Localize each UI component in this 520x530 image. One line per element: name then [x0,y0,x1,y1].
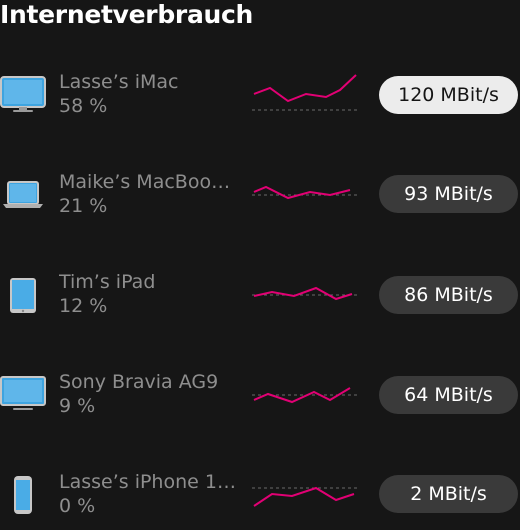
usage-sparkline [252,486,358,507]
imac-icon [0,76,46,112]
device-row[interactable]: Tim’s iPad 12 % 86 MBit/s [0,270,520,330]
usage-sparkline [252,387,358,404]
device-name: Lasse’s iMac [59,71,179,93]
device-share: 9 % [59,395,96,417]
usage-sparkline [252,286,358,301]
device-name: Sony Bravia AG9 [59,371,219,393]
device-name: Maike’s MacBoo… [59,171,231,193]
device-share: 12 % [59,295,108,317]
device-name: Tim’s iPad [59,271,156,293]
usage-sparkline [252,185,358,200]
device-share: 58 % [59,95,108,117]
phone-icon [14,476,32,514]
device-name: Lasse’s iPhone 1… [59,471,236,493]
device-row[interactable]: Maike’s MacBoo… 21 % 93 MBit/s [0,170,520,230]
page-title: Internetverbrauch [0,0,254,29]
speed-badge[interactable]: 93 MBit/s [379,175,518,213]
device-share: 0 % [59,495,96,517]
speed-badge[interactable]: 2 MBit/s [379,475,518,513]
tv-icon [0,376,46,410]
device-row[interactable]: Lasse’s iMac 58 % 120 MBit/s [0,70,520,130]
laptop-icon [3,181,43,208]
speed-badge[interactable]: 64 MBit/s [379,376,518,414]
device-share: 21 % [59,195,108,217]
usage-sparkline [252,74,358,111]
speed-badge[interactable]: 86 MBit/s [379,276,518,314]
tablet-icon [10,278,36,313]
device-row[interactable]: Sony Bravia AG9 9 % 64 MBit/s [0,370,520,430]
device-row[interactable]: Lasse’s iPhone 1… 0 % 2 MBit/s [0,470,520,530]
speed-badge[interactable]: 120 MBit/s [379,76,518,114]
